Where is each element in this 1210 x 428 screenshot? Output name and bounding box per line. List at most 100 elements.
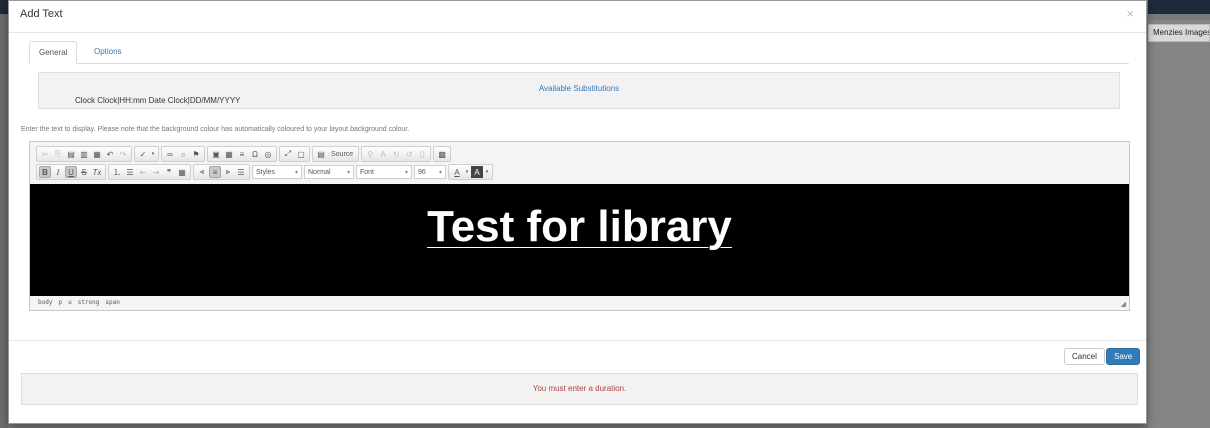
template-group: ▩ bbox=[433, 146, 452, 162]
modal-header: Add Text × bbox=[9, 1, 1146, 33]
path-item-body[interactable]: body bbox=[38, 299, 52, 306]
help-text: Enter the text to display. Please note t… bbox=[21, 126, 410, 133]
bold-icon[interactable]: B bbox=[39, 166, 51, 178]
special-char-icon[interactable]: Ω bbox=[249, 148, 261, 160]
chevron-down-icon: ▾ bbox=[346, 169, 350, 176]
save-button[interactable]: Save bbox=[1106, 348, 1141, 365]
element-path: body p u strong span bbox=[38, 299, 120, 306]
path-item-span[interactable]: span bbox=[105, 299, 119, 306]
backdrop-navbar-left bbox=[0, 0, 8, 14]
replace-icon[interactable]: ↻ bbox=[390, 148, 402, 160]
format-combo[interactable]: Normal ▾ bbox=[304, 165, 354, 179]
spellcheck-icon[interactable]: ✓ bbox=[137, 148, 149, 160]
maximize-icon[interactable]: ⤢ bbox=[282, 148, 294, 160]
font-size-combo-label: 96 bbox=[418, 168, 426, 176]
chevron-down-icon: ▾ bbox=[294, 169, 298, 176]
color-group: A ▾ A ▾ bbox=[448, 164, 493, 180]
clipboard-group: ✂ ⎘ ▤ ▥ ▦ ↶ ↷ bbox=[36, 146, 132, 162]
code-icon[interactable]: ⟨⟩ bbox=[416, 148, 428, 160]
chevron-down-icon[interactable]: ▾ bbox=[150, 148, 156, 160]
bulleted-list-icon[interactable]: ☰ bbox=[124, 166, 136, 178]
close-icon[interactable]: × bbox=[1126, 6, 1134, 21]
italic-icon[interactable]: I bbox=[52, 166, 64, 178]
spellcheck-group: ✓ ▾ bbox=[134, 146, 159, 162]
strikethrough-icon[interactable]: S bbox=[78, 166, 90, 178]
styles-combo-label: Styles bbox=[256, 168, 276, 176]
iframe-icon[interactable]: ◎ bbox=[262, 148, 274, 160]
link-icon[interactable]: ∞ bbox=[164, 148, 176, 160]
chevron-down-icon[interactable]: ▾ bbox=[484, 166, 490, 178]
backdrop-menzies-button[interactable]: Menzies Images bbox=[1148, 24, 1210, 42]
cancel-button[interactable]: Cancel bbox=[1064, 348, 1105, 365]
styles-combo[interactable]: Styles ▾ bbox=[252, 165, 302, 179]
tab-general[interactable]: General bbox=[29, 41, 78, 64]
align-center-icon[interactable]: ≡ bbox=[209, 166, 221, 178]
path-item-u[interactable]: u bbox=[68, 299, 72, 306]
anchor-flag-icon[interactable]: ⚑ bbox=[190, 148, 202, 160]
footer-divider bbox=[9, 340, 1146, 341]
align-group: ⫷ ≡ ⫸ ☰ bbox=[193, 164, 250, 180]
toolbar-row-2: B I U S Tx ⒈ ☰ ⇤ ⇥ ❞ ▦ ⫷ ≡ ⫸ ☰ Styles ▾ … bbox=[36, 164, 493, 180]
editor-content-text[interactable]: Test for library bbox=[30, 202, 1129, 252]
numbered-list-icon[interactable]: ⒈ bbox=[111, 166, 123, 178]
show-blocks-icon[interactable]: ▢ bbox=[295, 148, 307, 160]
tools-group: ⤢ ▢ bbox=[279, 146, 310, 162]
redo-icon[interactable]: ↷ bbox=[117, 148, 129, 160]
remove-format-icon[interactable]: Tx bbox=[91, 166, 103, 178]
toolbar-row-1: ✂ ⎘ ▤ ▥ ▦ ↶ ↷ ✓ ▾ ∞ ⌀ ⚑ ▣ ▦ ≡ Ω ◎ ⤢ ▢ ▤ … bbox=[36, 146, 452, 162]
font-combo[interactable]: Font ▾ bbox=[356, 165, 412, 179]
text-color-a-icon[interactable]: A bbox=[377, 148, 389, 160]
backdrop-left bbox=[0, 0, 8, 428]
undo-icon[interactable]: ↶ bbox=[104, 148, 116, 160]
available-substitutions-link[interactable]: Available Substitutions bbox=[39, 84, 1119, 93]
bg-color-icon[interactable]: ↺ bbox=[403, 148, 415, 160]
substitutions-list: Clock Clock|HH:mm Date Clock|DD/MM/YYYY bbox=[75, 96, 241, 105]
copy-icon[interactable]: ⎘ bbox=[52, 148, 64, 160]
editor-content-area[interactable]: Test for library bbox=[30, 184, 1129, 296]
paste-text-icon[interactable]: ▥ bbox=[78, 148, 90, 160]
path-item-strong[interactable]: strong bbox=[78, 299, 100, 306]
find-icon[interactable]: ⚲ bbox=[364, 148, 376, 160]
blockquote-icon[interactable]: ❞ bbox=[163, 166, 175, 178]
text-color-icon[interactable]: A bbox=[451, 166, 463, 178]
indent-icon[interactable]: ⇥ bbox=[150, 166, 162, 178]
add-text-modal: Add Text × General Options Available Sub… bbox=[8, 0, 1147, 424]
outdent-icon[interactable]: ⇤ bbox=[137, 166, 149, 178]
cut-icon[interactable]: ✂ bbox=[39, 148, 51, 160]
tab-options[interactable]: Options bbox=[85, 41, 131, 63]
backdrop-navbar bbox=[1148, 0, 1210, 14]
path-item-p[interactable]: p bbox=[58, 299, 62, 306]
find-group: ⚲ A ↻ ↺ ⟨⟩ bbox=[361, 146, 432, 162]
chevron-down-icon: ▾ bbox=[404, 169, 408, 176]
align-right-icon[interactable]: ⫸ bbox=[222, 166, 234, 178]
source-button[interactable]: Source bbox=[328, 148, 356, 160]
error-alert: You must enter a duration. bbox=[21, 373, 1138, 405]
backdrop-panel bbox=[1148, 20, 1210, 428]
font-size-combo[interactable]: 96 ▾ bbox=[414, 165, 446, 179]
align-left-icon[interactable]: ⫷ bbox=[196, 166, 208, 178]
horizontal-line-icon[interactable]: ≡ bbox=[236, 148, 248, 160]
list-group: ⒈ ☰ ⇤ ⇥ ❞ ▦ bbox=[108, 164, 191, 180]
template-icon[interactable]: ▩ bbox=[436, 148, 448, 160]
font-combo-label: Font bbox=[360, 168, 375, 176]
justify-icon[interactable]: ☰ bbox=[235, 166, 247, 178]
substitutions-panel: Available Substitutions Clock Clock|HH:m… bbox=[38, 72, 1120, 109]
format-combo-label: Normal bbox=[308, 168, 331, 176]
tab-bar: General Options bbox=[29, 41, 1129, 64]
basic-styles-group: B I U S Tx bbox=[36, 164, 106, 180]
background-color-icon[interactable]: A bbox=[471, 166, 483, 178]
underline-icon[interactable]: U bbox=[65, 166, 77, 178]
paste-icon[interactable]: ▤ bbox=[65, 148, 77, 160]
unlink-icon[interactable]: ⌀ bbox=[177, 148, 189, 160]
modal-title: Add Text bbox=[20, 8, 63, 20]
source-icon[interactable]: ▤ bbox=[315, 148, 327, 160]
table-icon[interactable]: ▦ bbox=[223, 148, 235, 160]
paste-word-icon[interactable]: ▦ bbox=[91, 148, 103, 160]
resize-grip-icon[interactable]: ◢ bbox=[1121, 300, 1126, 308]
insert-group: ▣ ▦ ≡ Ω ◎ bbox=[207, 146, 277, 162]
rich-text-editor: ✂ ⎘ ▤ ▥ ▦ ↶ ↷ ✓ ▾ ∞ ⌀ ⚑ ▣ ▦ ≡ Ω ◎ ⤢ ▢ ▤ … bbox=[29, 141, 1130, 311]
link-group: ∞ ⌀ ⚑ bbox=[161, 146, 205, 162]
div-container-icon[interactable]: ▦ bbox=[176, 166, 188, 178]
image-icon[interactable]: ▣ bbox=[210, 148, 222, 160]
chevron-down-icon[interactable]: ▾ bbox=[464, 166, 470, 178]
